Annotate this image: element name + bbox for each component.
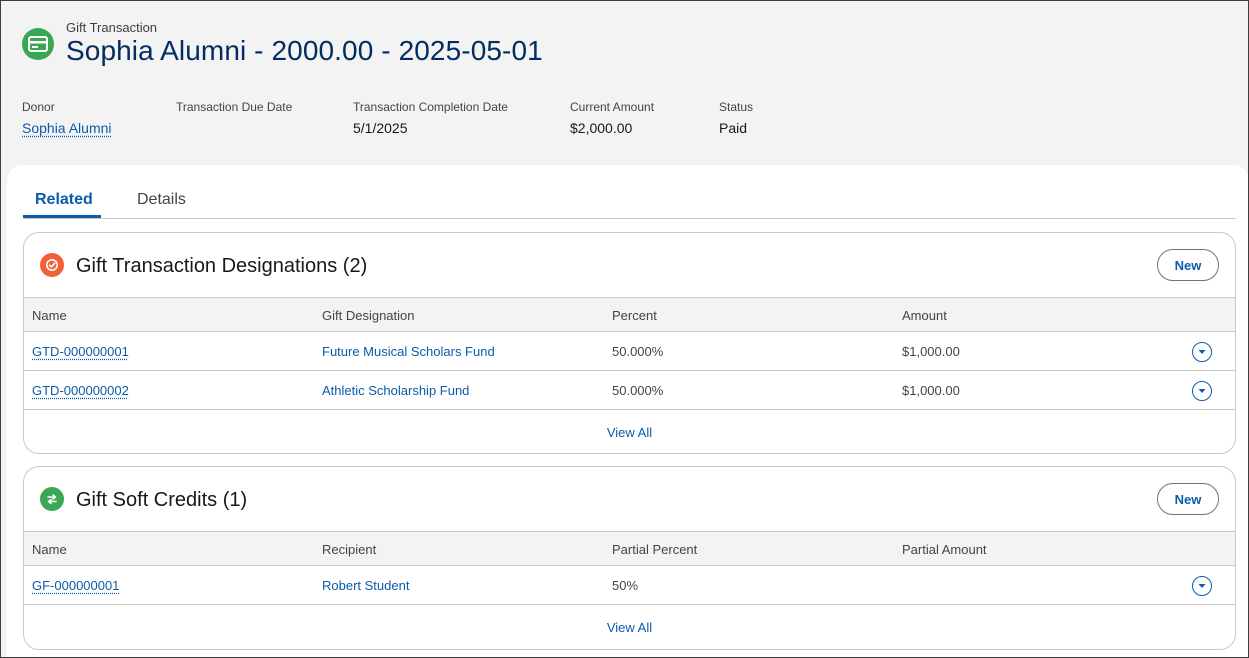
field-status: Status Paid — [719, 100, 753, 136]
gift-transaction-icon — [22, 28, 54, 60]
new-soft-credit-button[interactable]: New — [1157, 483, 1219, 515]
related-list-title: Gift Soft Credits (1) — [76, 489, 248, 511]
record-header: Gift Transaction Sophia Alumni - 2000.00… — [1, 1, 1248, 171]
chevron-down-icon — [1198, 584, 1206, 588]
column-header-name[interactable]: Name — [32, 542, 67, 557]
page-title: Sophia Alumni - 2000.00 - 2025-05-01 — [66, 35, 543, 66]
percent-cell: 50.000% — [612, 344, 664, 359]
field-label: Donor — [22, 100, 55, 114]
table-row: GF-000000001 Robert Student 50% — [24, 566, 1235, 605]
recipient-link[interactable]: Robert Student — [322, 578, 409, 593]
column-header-partial-amount[interactable]: Partial Amount — [902, 542, 987, 557]
tab-related[interactable]: Related — [35, 191, 93, 209]
gift-designation-link[interactable]: Athletic Scholarship Fund — [322, 383, 469, 398]
column-header-name[interactable]: Name — [32, 308, 67, 323]
field-label: Current Amount — [570, 100, 655, 114]
donor-link[interactable]: Sophia Alumni — [22, 120, 112, 136]
tab-bar: Related Details — [23, 165, 1236, 219]
new-designation-button[interactable]: New — [1157, 249, 1219, 281]
view-all-soft-credits-link[interactable]: View All — [24, 620, 1235, 635]
field-label: Transaction Due Date — [176, 100, 293, 114]
chevron-down-icon — [1198, 350, 1206, 354]
soft-credit-icon — [40, 487, 64, 511]
field-transaction-completion-date: Transaction Completion Date 5/1/2025 — [353, 100, 508, 136]
record-page: Gift Transaction Sophia Alumni - 2000.00… — [0, 0, 1249, 658]
gift-designation-link[interactable]: Future Musical Scholars Fund — [322, 344, 495, 359]
row-actions-dropdown[interactable] — [1192, 381, 1212, 401]
column-header-gift-designation[interactable]: Gift Designation — [322, 308, 415, 323]
column-header-recipient[interactable]: Recipient — [322, 542, 376, 557]
amount-cell: $1,000.00 — [902, 383, 960, 398]
field-current-amount: Current Amount $2,000.00 — [570, 100, 654, 136]
chevron-down-icon — [1198, 389, 1206, 393]
table-row: GTD-000000001 Future Musical Scholars Fu… — [24, 332, 1235, 371]
record-name-link[interactable]: GTD-000000002 — [32, 383, 129, 398]
field-label: Transaction Completion Date — [353, 100, 508, 114]
active-tab-indicator — [23, 215, 101, 218]
related-list-title: Gift Transaction Designations (2) — [76, 255, 368, 277]
record-name-link[interactable]: GTD-000000001 — [32, 344, 129, 359]
related-list-soft-credits: Gift Soft Credits (1) New Name Recipient… — [23, 466, 1236, 650]
record-type-label: Gift Transaction — [66, 20, 158, 35]
field-donor: Donor Sophia Alumni — [22, 100, 112, 136]
record-name-link[interactable]: GF-000000001 — [32, 578, 119, 593]
field-transaction-due-date: Transaction Due Date — [176, 100, 292, 120]
row-actions-dropdown[interactable] — [1192, 342, 1212, 362]
column-header-percent[interactable]: Percent — [612, 308, 657, 323]
designation-icon — [40, 253, 64, 277]
related-list-designations: Gift Transaction Designations (2) New Na… — [23, 232, 1236, 454]
table-row: GTD-000000002 Athletic Scholarship Fund … — [24, 371, 1235, 410]
row-actions-dropdown[interactable] — [1192, 576, 1212, 596]
amount-cell: $1,000.00 — [902, 344, 960, 359]
field-label: Status — [719, 100, 754, 114]
column-header-partial-percent[interactable]: Partial Percent — [612, 542, 697, 557]
column-header-amount[interactable]: Amount — [902, 308, 947, 323]
related-content-card: Related Details Gift Transaction Designa… — [7, 165, 1248, 657]
field-value: 5/1/2025 — [353, 120, 408, 136]
table-header: Name Gift Designation Percent Amount — [24, 297, 1235, 332]
partial-percent-cell: 50% — [612, 578, 639, 593]
view-all-designations-link[interactable]: View All — [24, 425, 1235, 440]
field-value: Paid — [719, 120, 748, 136]
tab-details[interactable]: Details — [137, 191, 186, 209]
table-header: Name Recipient Partial Percent Partial A… — [24, 531, 1235, 566]
field-value: $2,000.00 — [570, 120, 633, 136]
percent-cell: 50.000% — [612, 383, 664, 398]
